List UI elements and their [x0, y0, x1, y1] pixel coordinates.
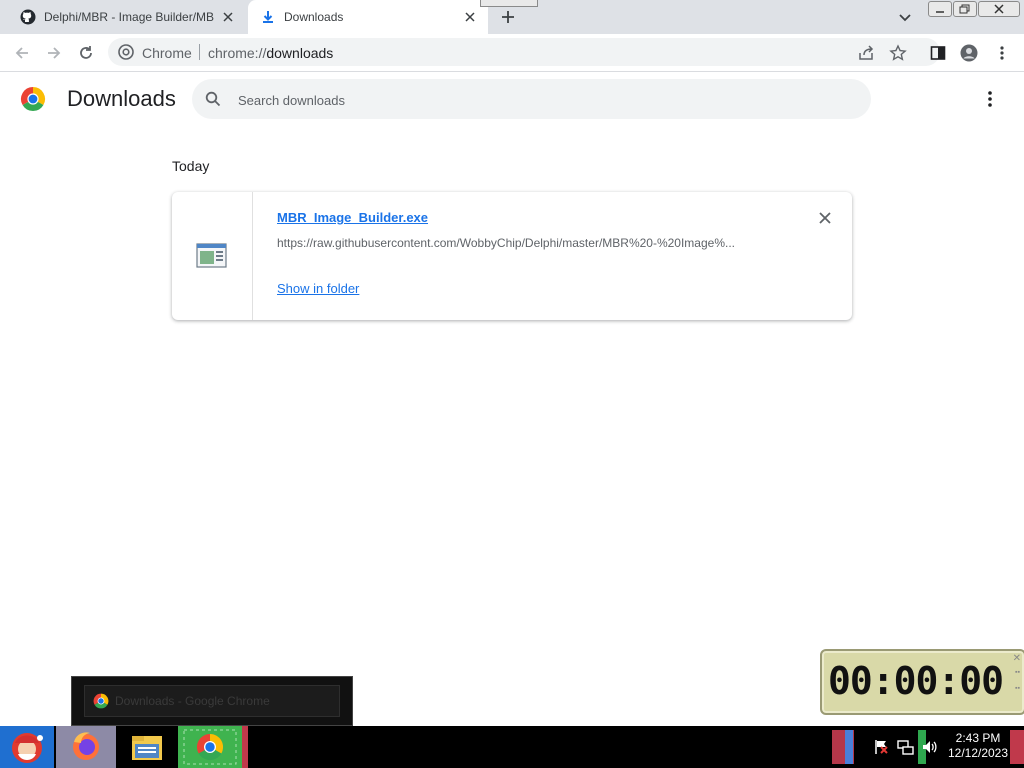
back-arrow-icon[interactable]	[13, 44, 31, 62]
share-icon[interactable]	[857, 44, 875, 62]
chrome-taskbar-button[interactable]	[178, 726, 242, 768]
forward-arrow-icon[interactable]	[45, 44, 63, 62]
close-icon[interactable]: ✕	[1013, 653, 1021, 664]
tab-github[interactable]: Delphi/MBR - Image Builder/MBR	[8, 0, 246, 34]
more-vert-icon[interactable]	[982, 90, 998, 108]
show-in-folder-link[interactable]: Show in folder	[277, 281, 359, 296]
github-icon	[20, 9, 36, 25]
reload-icon[interactable]	[77, 44, 95, 62]
network-icon[interactable]	[896, 738, 914, 756]
close-window-button[interactable]	[978, 1, 1020, 17]
taskbar-separator	[242, 726, 248, 768]
restore-window-button[interactable]	[953, 1, 977, 17]
close-icon[interactable]	[818, 211, 832, 225]
exe-file-icon	[196, 243, 228, 269]
search-bar[interactable]	[192, 79, 871, 119]
taskbar-thumbnail-preview[interactable]: Downloads - Google Chrome	[71, 676, 353, 726]
tab-downloads[interactable]: Downloads	[248, 0, 488, 34]
file-icon-column	[172, 192, 253, 320]
action-center-flag-icon[interactable]	[872, 738, 890, 756]
thumbnail-title: Downloads - Google Chrome	[115, 694, 270, 708]
download-source-url: https://raw.githubusercontent.com/WobbyC…	[277, 236, 735, 250]
url-scheme: chrome://	[208, 45, 267, 61]
close-tab-icon[interactable]	[462, 9, 478, 25]
browser-toolbar: Chrome chrome://downloads	[0, 34, 1024, 72]
timer-display: 00:00:00	[828, 659, 1004, 703]
clock-time[interactable]: 2:43 PM	[950, 731, 1006, 745]
download-icon	[260, 9, 276, 25]
download-filename-link[interactable]: MBR_Image_Builder.exe	[277, 210, 428, 225]
tab-title: Delphi/MBR - Image Builder/MBR	[44, 10, 214, 24]
start-button[interactable]	[0, 726, 54, 768]
timer-label-mark: ▪▪	[1015, 685, 1020, 692]
chrome-icon	[93, 693, 109, 709]
more-vert-icon[interactable]	[993, 44, 1011, 62]
url-text: chrome://downloads	[208, 45, 333, 61]
download-item-card: MBR_Image_Builder.exe https://raw.github…	[172, 192, 852, 320]
close-tab-icon[interactable]	[220, 9, 236, 25]
date-section-label: Today	[172, 158, 210, 174]
minimize-window-button[interactable]	[928, 1, 952, 17]
side-panel-icon[interactable]	[929, 44, 947, 62]
divider	[199, 44, 200, 60]
url-host: downloads	[266, 45, 334, 61]
page-title: Downloads	[67, 86, 176, 111]
tab-title: Downloads	[284, 10, 344, 24]
clock-date[interactable]: 12/12/2023	[946, 746, 1010, 760]
timer-widget[interactable]: 00:00:00 ✕ ▪▪ ▪▪	[820, 649, 1024, 715]
search-icon	[205, 91, 221, 107]
chrome-logo-icon	[20, 86, 46, 112]
firefox-taskbar-button[interactable]	[56, 726, 116, 768]
volume-icon[interactable]	[920, 738, 938, 756]
origin-chip: Chrome	[142, 45, 192, 61]
new-tab-icon[interactable]	[500, 9, 516, 25]
bookmark-star-icon[interactable]	[889, 44, 907, 62]
thumbnail-window: Downloads - Google Chrome	[84, 685, 340, 717]
file-explorer-taskbar-button[interactable]	[118, 726, 176, 768]
address-bar[interactable]: Chrome chrome://downloads	[108, 38, 940, 66]
profile-avatar-icon[interactable]	[960, 44, 978, 62]
search-input[interactable]	[236, 83, 840, 117]
taskbar-app-strip	[845, 730, 853, 764]
chevron-down-icon[interactable]	[897, 9, 913, 25]
show-desktop-button[interactable]	[1010, 730, 1024, 764]
chrome-icon	[118, 44, 134, 60]
timer-label-mark: ▪▪	[1015, 669, 1020, 676]
tab-drag-handle[interactable]	[480, 0, 538, 7]
